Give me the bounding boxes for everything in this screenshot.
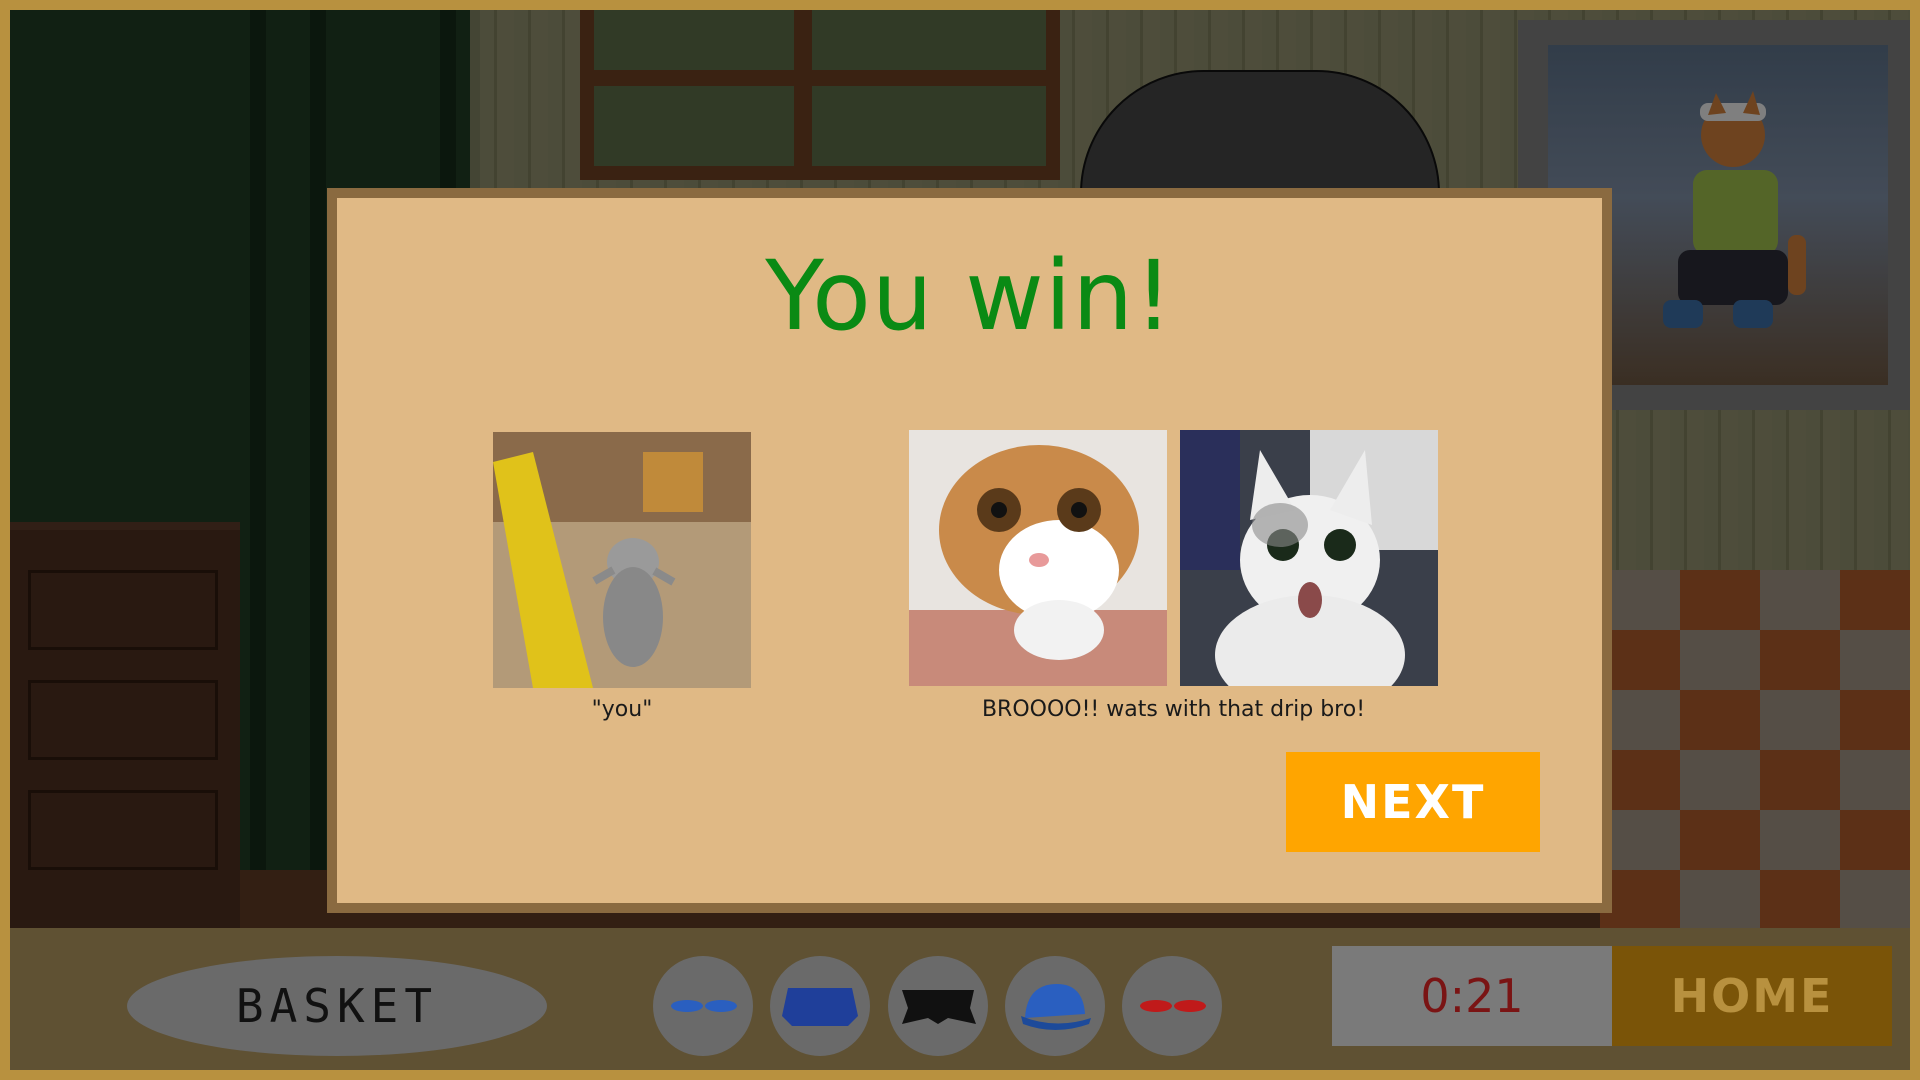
- item-slot-red-glasses[interactable]: [1122, 956, 1222, 1056]
- kitten-closeup-image: [909, 430, 1167, 686]
- red-glasses-icon: [1140, 1000, 1206, 1012]
- shirt-icon: [782, 988, 858, 1026]
- dancing-kitten-image: [493, 432, 751, 688]
- item-slot-pants[interactable]: [888, 956, 988, 1056]
- cap-icon: [1021, 984, 1091, 1030]
- game-frame: BASKET 0:21 HOME You win! "you" BROOOO!!…: [0, 0, 1920, 1080]
- win-modal: You win! "you" BROOOO!! wats with that d…: [327, 188, 1612, 913]
- left-caption: "you": [591, 697, 653, 722]
- win-title: You win!: [765, 240, 1174, 352]
- item-slot-cap[interactable]: [1005, 956, 1105, 1056]
- shocked-cat-image: [1180, 430, 1438, 686]
- right-caption: BROOOO!! wats with that drip bro!: [981, 697, 1366, 722]
- item-slot-sunglasses[interactable]: [653, 956, 753, 1056]
- item-slot-shirt[interactable]: [770, 956, 870, 1056]
- bottom-toolbar: BASKET 0:21 HOME: [10, 928, 1910, 1070]
- sunglasses-icon: [671, 1000, 737, 1012]
- pants-icon: [902, 990, 976, 1024]
- next-button[interactable]: NEXT: [1286, 752, 1540, 852]
- timer: 0:21: [1332, 946, 1612, 1046]
- home-button[interactable]: HOME: [1612, 946, 1892, 1046]
- basket-button[interactable]: BASKET: [127, 956, 547, 1056]
